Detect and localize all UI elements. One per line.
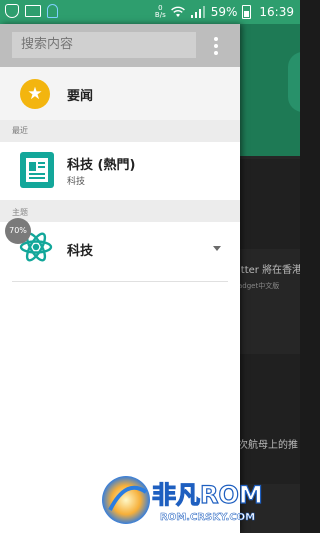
status-icons-right: 0 B/s 59% 16:39 — [155, 5, 294, 19]
document-icon — [20, 152, 54, 188]
watermark-logo: 非凡ROM ROM.CRSKY.COM — [102, 476, 263, 524]
background-decoration — [288, 52, 300, 112]
topic-item-label: 科技 — [67, 244, 94, 259]
section-header-recent: 最近 — [0, 120, 240, 142]
notification-icon — [47, 4, 58, 18]
progress-badge: 70% — [5, 218, 31, 244]
battery-percent: 59% — [210, 5, 238, 19]
shield-icon — [5, 4, 19, 18]
battery-icon — [242, 5, 252, 19]
background-article-title: itter 將在香港 — [240, 265, 300, 276]
background-article-card[interactable]: itter 將在香港 adget中文版 — [240, 159, 300, 290]
star-icon: ★ — [20, 79, 50, 109]
background-article-source: adget中文版 — [240, 282, 280, 290]
status-bar: 0 B/s 59% 16:39 — [0, 0, 300, 24]
recent-item-subtitle: 科技 — [67, 177, 86, 187]
background-app[interactable]: itter 將在香港 adget中文版 次航母上的推 — [240, 24, 300, 533]
wifi-icon — [170, 6, 185, 17]
signal-icon — [190, 6, 205, 18]
clock: 16:39 — [259, 5, 294, 19]
topics-header-label: 主题 — [12, 208, 28, 217]
more-options-icon[interactable] — [210, 36, 222, 56]
speed-unit: B/s — [154, 11, 166, 19]
divider — [12, 281, 228, 282]
search-bar — [0, 24, 240, 67]
image-icon — [25, 5, 41, 17]
background-article-title-2: 次航母上的推 — [240, 440, 298, 451]
chevron-down-icon[interactable] — [213, 246, 221, 251]
watermark-url: ROM.CRSKY.COM — [160, 512, 255, 523]
network-speed: 0 B/s — [155, 5, 166, 19]
headline-label: 要闻 — [67, 89, 94, 104]
search-input[interactable] — [12, 32, 196, 58]
topic-item[interactable]: 科技 — [0, 222, 240, 274]
section-header-topics: 主题 — [0, 200, 240, 222]
recent-item-title: 科技 (熱門) — [67, 158, 136, 173]
drawer-item-headlines[interactable]: ★ 要闻 — [0, 67, 240, 120]
status-icons-left — [5, 4, 58, 18]
recent-item[interactable]: 科技 (熱門) 科技 — [0, 142, 240, 200]
background-article-card-2[interactable]: 次航母上的推 — [240, 354, 300, 484]
navigation-drawer: ★ 要闻 最近 科技 (熱門) 科技 主题 科技 — [0, 24, 240, 533]
background-header — [240, 24, 300, 156]
watermark-title: 非凡ROM — [152, 481, 263, 509]
